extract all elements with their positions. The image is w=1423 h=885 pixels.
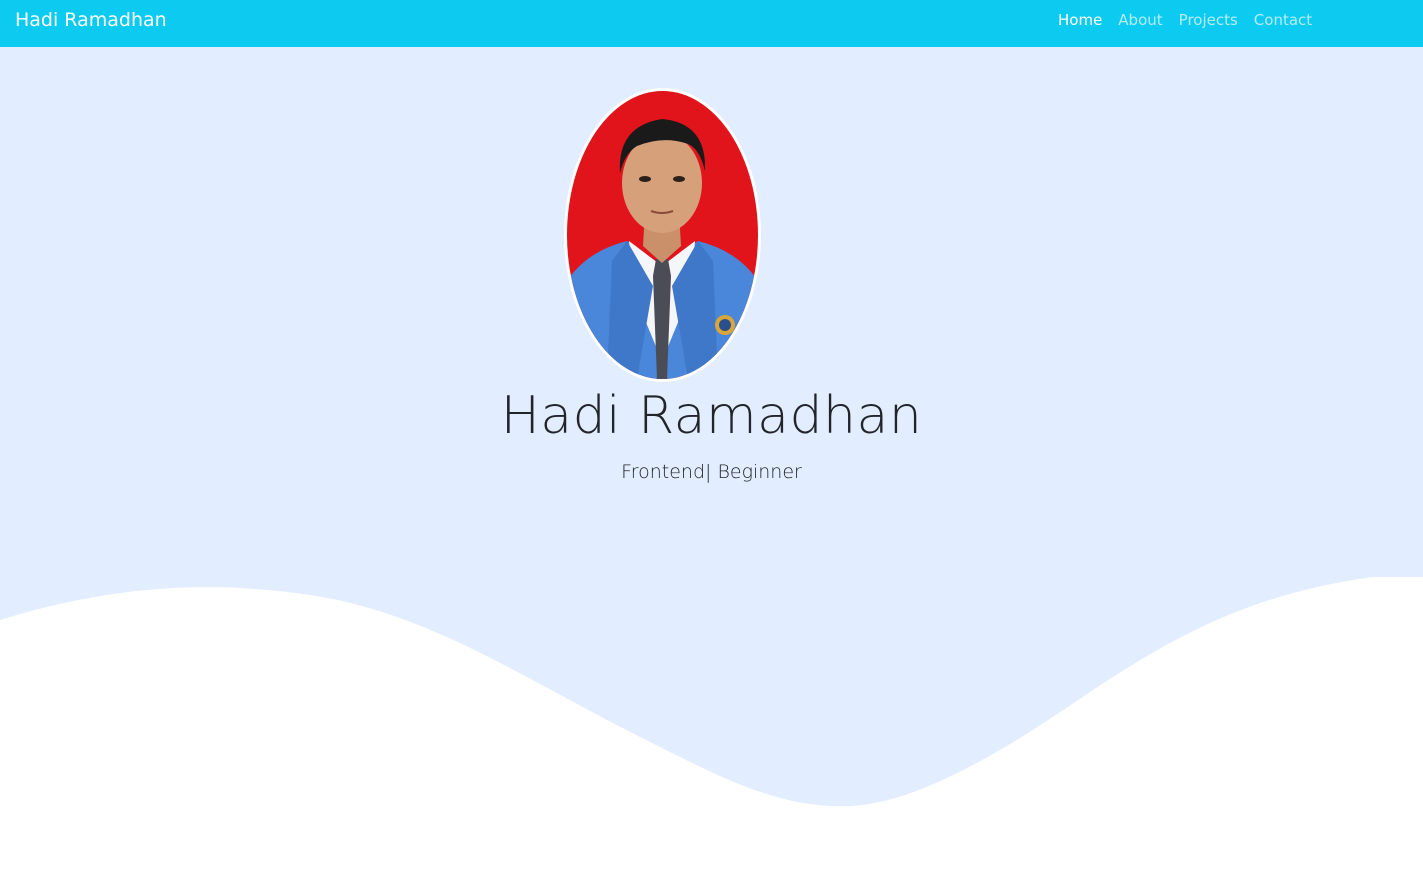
hero-section: Hadi Ramadhan Frontend| Beginner	[0, 47, 1423, 885]
nav-link-projects[interactable]: Projects	[1171, 12, 1246, 28]
nav-link-home[interactable]: Home	[1050, 12, 1110, 28]
brand-link[interactable]: Hadi Ramadhan	[15, 9, 167, 31]
nav-link-contact[interactable]: Contact	[1246, 12, 1320, 28]
wave-divider	[0, 577, 1423, 885]
hero-name: Hadi Ramadhan	[500, 386, 923, 446]
profile-photo	[564, 88, 761, 382]
hero-tagline: Frontend| Beginner	[621, 461, 802, 483]
nav-link-about[interactable]: About	[1110, 12, 1170, 28]
profile-photo-image	[567, 91, 758, 379]
navbar: Hadi Ramadhan Home About Projects Contac…	[0, 0, 1423, 47]
page: Hadi Ramadhan Home About Projects Contac…	[0, 0, 1423, 885]
nav-links: Home About Projects Contact	[1050, 12, 1320, 28]
